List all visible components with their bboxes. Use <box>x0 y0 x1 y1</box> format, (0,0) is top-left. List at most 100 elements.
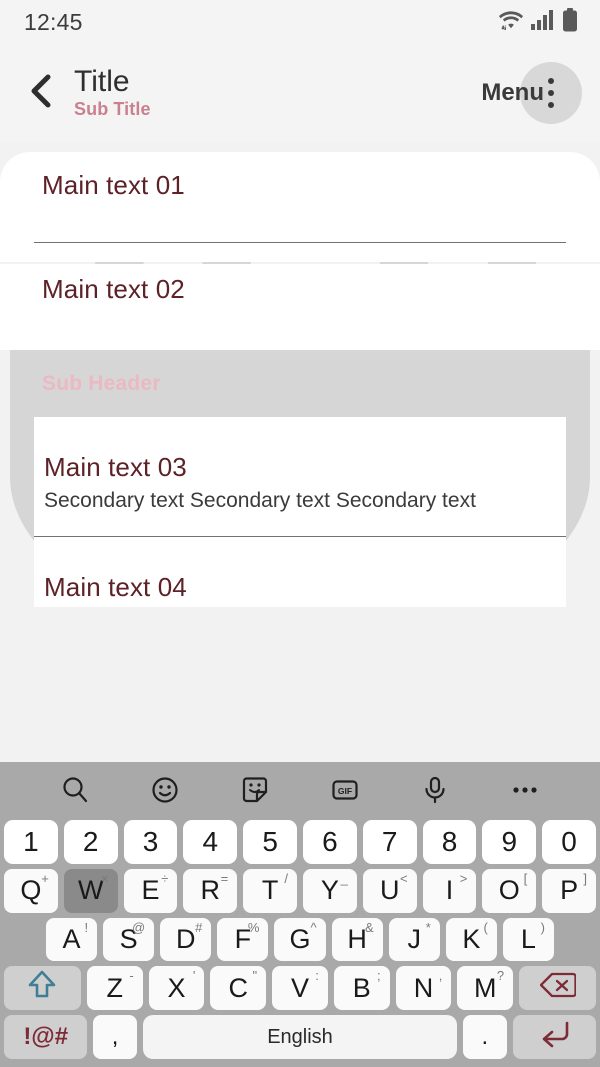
keyboard-toolbar: GIF <box>0 762 600 818</box>
key-d-sup: # <box>195 919 203 935</box>
key-s[interactable]: @ S <box>103 917 155 962</box>
key-6[interactable]: 6 <box>303 820 357 864</box>
on-screen-keyboard: GIF 1 2 3 4 5 6 7 8 9 0 + Q × W ÷ E = R … <box>0 762 600 1067</box>
emoji-icon[interactable] <box>145 770 185 810</box>
shift-icon <box>27 969 57 1008</box>
back-chevron-icon <box>27 74 55 113</box>
key-5[interactable]: 5 <box>243 820 297 864</box>
key-d[interactable]: # D <box>160 917 212 962</box>
keyboard-row-zxcv: - Z ' X " C : V ; B , N ? M <box>4 966 596 1011</box>
key-o[interactable]: [ O <box>482 868 537 913</box>
battery-icon <box>562 7 578 37</box>
key-i[interactable]: > I <box>422 868 477 913</box>
key-z[interactable]: - Z <box>86 966 143 1011</box>
comma-key[interactable]: , <box>93 1015 137 1059</box>
key-q[interactable]: + Q <box>4 868 58 913</box>
key-b-sup: ; <box>376 968 381 984</box>
key-t[interactable]: / T <box>243 868 297 913</box>
key-h[interactable]: & H <box>331 917 383 962</box>
key-k-sup: ( <box>483 919 488 935</box>
list-divider-3 <box>34 536 566 537</box>
key-u-sup: < <box>400 870 408 886</box>
list-item-main-text-2[interactable]: Main text 02 <box>42 274 185 305</box>
page-title: Title <box>74 64 130 98</box>
key-1[interactable]: 1 <box>4 820 58 864</box>
key-l[interactable]: ) L <box>502 917 554 962</box>
status-bar: 12:45 <box>0 0 600 44</box>
backspace-key[interactable] <box>519 966 596 1011</box>
key-0[interactable]: 0 <box>542 820 596 864</box>
key-j[interactable]: * J <box>388 917 440 962</box>
key-j-sup: * <box>425 919 431 935</box>
key-k[interactable]: ( K <box>445 917 497 962</box>
key-i-label: I <box>445 875 454 906</box>
symbols-key[interactable]: !@# <box>4 1015 88 1059</box>
key-r[interactable]: = R <box>183 868 238 913</box>
key-p-label: P <box>560 875 579 906</box>
key-9[interactable]: 9 <box>482 820 537 864</box>
key-v-sup: : <box>315 968 319 984</box>
key-e[interactable]: ÷ E <box>123 868 178 913</box>
key-a-sup: ! <box>84 919 89 935</box>
key-n[interactable]: , N <box>395 966 452 1011</box>
overflow-menu-icon <box>548 78 554 108</box>
app-bar: Title Sub Title Menu <box>0 44 600 142</box>
sticker-icon[interactable] <box>235 770 275 810</box>
app-bar-actions: Menu <box>481 62 582 124</box>
content-area: Main text 01 Main text 02 Sub Header Mai… <box>0 142 600 762</box>
list-card-1 <box>0 152 600 262</box>
key-7[interactable]: 7 <box>362 820 417 864</box>
list-item-main-text-3[interactable]: Main text 03 <box>44 452 187 483</box>
key-p-sup: ] <box>583 870 587 886</box>
enter-key[interactable] <box>512 1015 596 1059</box>
status-bar-icons <box>498 7 578 37</box>
list-item-main-text-4[interactable]: Main text 04 <box>44 572 187 603</box>
page-subtitle: Sub Title <box>74 99 151 120</box>
more-options-icon[interactable] <box>505 770 545 810</box>
key-q-label: Q <box>20 875 42 906</box>
key-p[interactable]: ] P <box>542 868 596 913</box>
key-c[interactable]: " C <box>210 966 267 1011</box>
key-n-sup: , <box>438 968 443 984</box>
list-item-main-text-1[interactable]: Main text 01 <box>42 170 185 201</box>
key-d-label: D <box>176 923 196 954</box>
microphone-icon[interactable] <box>415 770 455 810</box>
key-e-sup: ÷ <box>161 870 169 886</box>
period-key[interactable]: . <box>463 1015 507 1059</box>
search-icon[interactable] <box>55 770 95 810</box>
key-y[interactable]: _ Y <box>303 868 357 913</box>
key-v[interactable]: : V <box>272 966 328 1011</box>
key-2[interactable]: 2 <box>63 820 118 864</box>
gif-icon[interactable]: GIF <box>325 770 365 810</box>
key-g-sup: ^ <box>310 919 317 935</box>
keyboard-key-rows: 1 2 3 4 5 6 7 8 9 0 + Q × W ÷ E = R / T … <box>0 818 600 1067</box>
back-button[interactable] <box>24 73 58 113</box>
key-4[interactable]: 4 <box>183 820 238 864</box>
key-g[interactable]: ^ G <box>274 917 326 962</box>
key-j-label: J <box>407 923 421 954</box>
space-key[interactable]: English <box>142 1015 458 1059</box>
menu-label[interactable]: Menu <box>481 79 544 107</box>
svg-text:GIF: GIF <box>338 786 352 796</box>
key-m[interactable]: ? M <box>457 966 514 1011</box>
key-l-label: L <box>520 923 536 954</box>
key-b[interactable]: ; B <box>333 966 390 1011</box>
key-a[interactable]: ! A <box>46 917 98 962</box>
status-bar-clock: 12:45 <box>24 8 83 35</box>
key-w[interactable]: × W <box>63 868 118 913</box>
keyboard-row-qwerty: + Q × W ÷ E = R / T _ Y < U > I [O] P <box>4 868 596 913</box>
key-8[interactable]: 8 <box>422 820 477 864</box>
shift-key[interactable] <box>4 966 81 1011</box>
key-h-label: H <box>347 923 367 954</box>
key-o-sup: [ <box>523 870 528 886</box>
keyboard-row-asdf: ! A @ S # D % F ^ G & H * J ( K) L <box>4 917 596 962</box>
key-x[interactable]: ' X <box>148 966 205 1011</box>
wifi-icon <box>498 9 524 36</box>
key-f[interactable]: % F <box>217 917 269 962</box>
key-q-sup: + <box>41 870 49 886</box>
key-u[interactable]: < U <box>362 868 417 913</box>
key-a-label: A <box>62 923 81 954</box>
enter-icon <box>536 1019 572 1056</box>
key-3[interactable]: 3 <box>123 820 178 864</box>
key-m-label: M <box>473 972 497 1003</box>
